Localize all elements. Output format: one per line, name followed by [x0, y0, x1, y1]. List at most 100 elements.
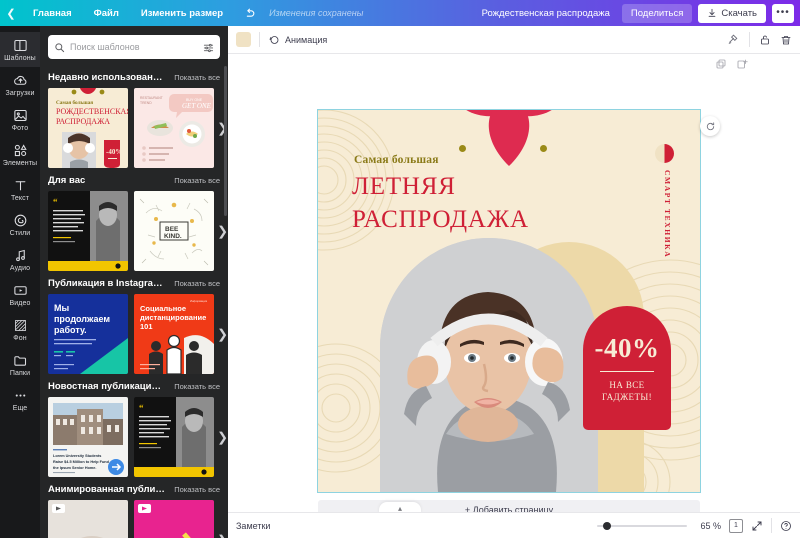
show-all-link[interactable]: Показать все	[174, 73, 220, 82]
discount-badge[interactable]: -40% НА ВСЕ ГАДЖЕТЫ!	[583, 306, 671, 430]
rotate-handle[interactable]	[700, 116, 720, 136]
svg-text:Информация: Информация	[190, 299, 208, 303]
template-thumbnail[interactable]: RESTAURANT TREND BUY ONE GET ONE	[134, 88, 214, 168]
svg-text:Социальное: Социальное	[140, 304, 186, 313]
search-area	[40, 26, 228, 65]
notes-button[interactable]: Заметки	[236, 521, 270, 531]
model-photo[interactable]	[380, 238, 598, 492]
sidebar-item-video[interactable]: Видео	[0, 277, 40, 312]
rotate-icon	[706, 121, 714, 130]
lock-icon[interactable]	[759, 34, 771, 46]
carousel-next-icon[interactable]: ❯	[217, 431, 228, 444]
template-thumbnail[interactable]: BEE KIND.	[134, 191, 214, 271]
sidebar-label-photos: Фото	[11, 125, 29, 132]
panel-scrollbar[interactable]	[224, 66, 227, 216]
show-all-link[interactable]: Показать все	[174, 382, 220, 391]
menu-resize[interactable]: Изменить размер	[130, 0, 234, 26]
template-thumbnail[interactable]	[134, 500, 214, 538]
svg-text:дистанцирование: дистанцирование	[140, 313, 206, 322]
zoom-level: 65 %	[700, 520, 721, 531]
badge-divider	[600, 370, 654, 373]
animation-button[interactable]: Анимация	[268, 34, 327, 46]
audio-icon	[15, 249, 25, 262]
background-color-swatch[interactable]	[236, 32, 251, 47]
zoom-slider[interactable]	[597, 519, 687, 533]
sidebar-item-photos[interactable]: Фото	[0, 102, 40, 137]
svg-text:Lorem University Students: Lorem University Students	[53, 454, 101, 458]
folder-icon	[13, 356, 26, 366]
template-thumbnail[interactable]: Самая большая РОЖДЕСТВЕНСКАЯ РАСПРОДАЖА …	[48, 88, 128, 168]
sidebar-item-elements[interactable]: Элементы	[0, 137, 40, 172]
svg-text:Самая большая: Самая большая	[56, 99, 93, 106]
design-kicker[interactable]: Самая большая	[354, 154, 439, 166]
carousel-next-icon[interactable]: ❯	[217, 328, 228, 341]
sidebar-item-styles[interactable]: Стили	[0, 207, 40, 242]
trash-icon[interactable]	[780, 34, 792, 46]
add-page-icon[interactable]	[736, 58, 748, 70]
template-thumbnail[interactable]: Мы продолжаем работу.	[48, 294, 128, 374]
menu-file[interactable]: Файл	[83, 0, 130, 26]
background-icon	[14, 320, 26, 331]
sidebar-item-text[interactable]: Текст	[0, 172, 40, 207]
sidebar-item-templates[interactable]: Шаблоны	[0, 32, 40, 67]
template-thumbnail[interactable]: Lorem University Students Raise $4.5 Mil…	[48, 397, 128, 477]
more-options-button[interactable]: •••	[772, 3, 794, 23]
sidebar-label-background: Фон	[13, 335, 27, 342]
svg-text:Raise $4.5 Million to Help Fun: Raise $4.5 Million to Help Fund	[53, 460, 110, 464]
brand-vertical-label: СМАРТ ТЕХНИКА	[663, 170, 672, 259]
discount-percent: -40%	[594, 332, 660, 363]
carousel-next-icon[interactable]: ❯	[217, 225, 228, 238]
gold-dot-left	[459, 145, 466, 152]
document-title[interactable]: Рождественская распродажа	[482, 8, 616, 19]
design-title[interactable]: ЛЕТНЯЯ РАСПРОДАЖА	[352, 170, 529, 236]
video-icon	[13, 286, 27, 295]
animation-icon	[269, 35, 279, 44]
sidebar-label-video: Видео	[9, 300, 31, 307]
share-button[interactable]: Поделиться	[621, 3, 693, 23]
svg-text:работу.: работу.	[54, 325, 87, 335]
duplicate-page-icon[interactable]	[715, 58, 727, 70]
search-input[interactable]	[70, 42, 198, 52]
sidebar-item-folders[interactable]: Папки	[0, 347, 40, 382]
svg-text:“: “	[53, 197, 58, 207]
search-box[interactable]	[48, 35, 220, 59]
download-button[interactable]: Скачать	[698, 3, 766, 23]
template-thumbnail[interactable]: “	[134, 397, 214, 477]
templates-panel: Недавно использованные Показать все Сама…	[40, 26, 228, 538]
page-number-button[interactable]: 1	[729, 518, 743, 533]
section-title: Анимированная публикаци...	[48, 484, 166, 495]
elements-icon	[14, 144, 27, 157]
sidebar-item-uploads[interactable]: Загрузки	[0, 67, 40, 102]
help-icon[interactable]	[780, 520, 792, 532]
template-thumbnail[interactable]: Информация Социальное дистанцирование 10…	[134, 294, 214, 374]
svg-text:101: 101	[140, 322, 153, 331]
menu-home[interactable]: Главная	[22, 0, 83, 26]
design-title-line2: РАСПРОДАЖА	[352, 206, 529, 233]
sidebar-item-audio[interactable]: Аудио	[0, 242, 40, 277]
top-bar: ❮ Главная Файл Изменить размер Изменения…	[0, 0, 800, 26]
svg-text:продолжаем: продолжаем	[54, 314, 110, 324]
template-thumbnail[interactable]: “	[48, 191, 128, 271]
carousel-next-icon[interactable]: ❯	[217, 534, 228, 538]
show-all-link[interactable]: Показать все	[174, 176, 220, 185]
svg-text:РАСПРОДАЖА: РАСПРОДАЖА	[56, 117, 110, 126]
sidebar-label-templates: Шаблоны	[4, 55, 36, 62]
show-all-link[interactable]: Показать все	[174, 485, 220, 494]
page-controls	[715, 58, 748, 70]
expand-icon[interactable]	[751, 520, 763, 532]
design-canvas[interactable]: СМАРТ ТЕХНИКА Самая большая ЛЕТНЯЯ РАСПР…	[317, 109, 701, 493]
sidebar-label-text: Текст	[10, 195, 30, 202]
section-title: Для вас	[48, 175, 86, 186]
undo-icon[interactable]	[234, 7, 265, 20]
position-icon[interactable]	[727, 33, 740, 46]
sidebar-item-more[interactable]: Еще	[0, 382, 40, 417]
svg-text:-40%: -40%	[106, 148, 122, 156]
sidebar-item-background[interactable]: Фон	[0, 312, 40, 347]
template-thumbnail[interactable]	[48, 500, 128, 538]
svg-text:the Ipsum Senior Home.: the Ipsum Senior Home.	[53, 466, 96, 470]
back-chevron-icon[interactable]: ❮	[0, 7, 22, 20]
toolbar-divider	[749, 32, 750, 47]
show-all-link[interactable]: Показать все	[174, 279, 220, 288]
section-title: Публикация в Instagram о ко...	[48, 278, 166, 289]
zoom-slider-knob[interactable]	[603, 521, 611, 530]
